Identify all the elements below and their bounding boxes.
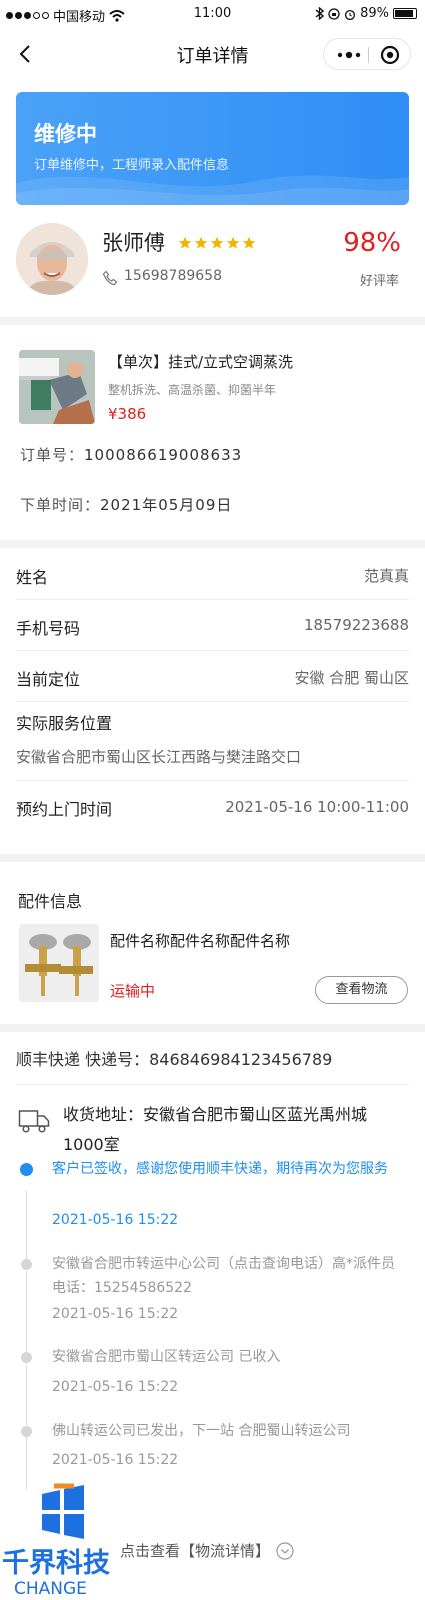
customer-info: 姓名 范真真 手机号码 18579223688 当前定位 安徽 合肥 蜀山区 实… (0, 548, 425, 854)
view-logistics-button[interactable]: 查看物流 (315, 976, 408, 1004)
watermark-brand: 千界科技 (2, 1548, 110, 1579)
parts-info: 配件信息 配件名称配件名称配件名称 运输中 查看物流 (0, 862, 425, 1024)
chevron-down-icon (276, 1541, 294, 1560)
customer-phone-value[interactable]: 18579223688 (304, 616, 409, 634)
service-name: 【单次】挂式/立式空调蒸洗 (108, 353, 294, 371)
divider (16, 1084, 409, 1085)
timeline-dot (21, 1259, 32, 1270)
avatar-image (16, 223, 88, 295)
banner-wave-decoration (16, 175, 409, 205)
good-rate-value: 98% (343, 228, 401, 258)
receive-address: 收货地址：安徽省合肥市蜀山区蓝光禹州城1000室 (63, 1105, 368, 1154)
phone-icon (102, 270, 118, 286)
timeline-time: 2021-05-16 15:22 (52, 1212, 179, 1228)
battery-percent: 89% (360, 6, 389, 21)
timeline-time: 2021-05-16 15:22 (52, 1306, 179, 1322)
timeline-time: 2021-05-16 15:22 (52, 1452, 179, 1468)
capsule-divider (368, 47, 369, 63)
appointment-value: 2021-05-16 10:00-11:00 (225, 798, 409, 816)
customer-location-row: 当前定位 安徽 合肥 蜀山区 (16, 650, 409, 702)
part-thumbnail (19, 924, 99, 1002)
truck-icon (18, 1110, 50, 1133)
rating-stars (178, 236, 256, 250)
timeline-time: 2021-05-16 15:22 (52, 1379, 179, 1395)
watermark-logo: 千界科技 CHANGE (2, 1483, 110, 1599)
logistics-detail-label: 点击查看【物流详情】 (120, 1542, 271, 1560)
customer-location-label: 当前定位 (16, 670, 81, 689)
status-title: 维修中 (34, 122, 97, 146)
parts-title: 配件信息 (18, 892, 83, 911)
target-icon[interactable] (380, 45, 400, 65)
order-number-value: 100086619008633 (84, 446, 243, 464)
customer-name-row: 姓名 范真真 (16, 548, 409, 600)
master-phone[interactable]: 15698789658 (124, 268, 222, 284)
customer-name-value: 范真真 (363, 567, 409, 585)
orientation-lock-icon (328, 7, 340, 20)
divider (16, 780, 409, 781)
bluetooth-icon (315, 7, 325, 20)
timeline-track (26, 1190, 27, 1490)
star-icon (226, 236, 240, 249)
status-bar: 中国移动 11:00 89% (0, 0, 425, 28)
part-name: 配件名称配件名称配件名称 (110, 932, 291, 950)
order-number-label: 订单号： (20, 446, 85, 464)
customer-phone-label: 手机号码 (16, 619, 81, 638)
good-rate-label: 好评率 (359, 274, 399, 289)
logistics-detail-link[interactable]: 点击查看【物流详情】 (120, 1540, 294, 1561)
alarm-icon (345, 9, 356, 20)
courier-number: 顺丰快递 快递号：846846984123456789 (16, 1050, 333, 1069)
mini-program-capsule (323, 38, 411, 70)
order-card: 【单次】挂式/立式空调蒸洗 整机拆洗、高温杀菌、抑菌半年 ¥386 订单号：10… (0, 325, 425, 540)
status-section: 维修中 订单维修中，工程师录入配件信息 张师傅 15698789658 98% … (0, 80, 425, 317)
timeline-dot-active (20, 1163, 33, 1176)
timeline-dot (21, 1352, 32, 1363)
order-time-value: 2021年05月09日 (100, 496, 233, 514)
appointment-label: 预约上门时间 (16, 800, 113, 819)
order-number-row: 订单号：100086619008633 (20, 444, 242, 465)
customer-location-value: 安徽 合肥 蜀山区 (294, 669, 409, 687)
master-name: 张师傅 (102, 231, 165, 255)
status-right: 89% (315, 6, 417, 21)
timeline-text: 安徽省合肥市转运中心公司（点击查询电话）高*派件员电话：15254586522 (52, 1256, 395, 1296)
service-address-value: 安徽省合肥市蜀山区长江西路与樊洼路交口 (16, 748, 302, 766)
timeline-dot (21, 1426, 32, 1437)
service-price: ¥386 (108, 405, 147, 423)
watermark-sub: CHANGE (14, 1579, 87, 1599)
timeline-text: 客户已签收，感谢您使用顺丰快递，期待再次为您服务 (52, 1161, 388, 1177)
status-banner: 维修中 订单维修中，工程师录入配件信息 (16, 92, 409, 205)
timeline-text: 安徽省合肥市蜀山区转运公司 已收入 (52, 1349, 281, 1365)
battery-icon (393, 8, 417, 19)
service-thumbnail (19, 350, 95, 424)
star-icon (242, 236, 256, 249)
customer-phone-row: 手机号码 18579223688 (16, 599, 409, 651)
star-icon (194, 236, 208, 249)
customer-name-label: 姓名 (16, 568, 49, 587)
star-icon (210, 236, 224, 249)
master-avatar (16, 223, 88, 295)
order-time-row: 下单时间：2021年05月09日 (20, 494, 232, 515)
timeline-text: 佛山转运公司已发出，下一站 合肥蜀山转运公司 (52, 1423, 351, 1439)
part-status: 运输中 (110, 982, 156, 1000)
service-address-label: 实际服务位置 (16, 714, 113, 733)
service-desc: 整机拆洗、高温杀菌、抑菌半年 (108, 383, 277, 397)
nav-bar: 订单详情 (0, 28, 425, 80)
star-icon (178, 236, 192, 249)
order-time-label: 下单时间： (20, 496, 101, 514)
more-dots-icon[interactable] (336, 48, 362, 62)
